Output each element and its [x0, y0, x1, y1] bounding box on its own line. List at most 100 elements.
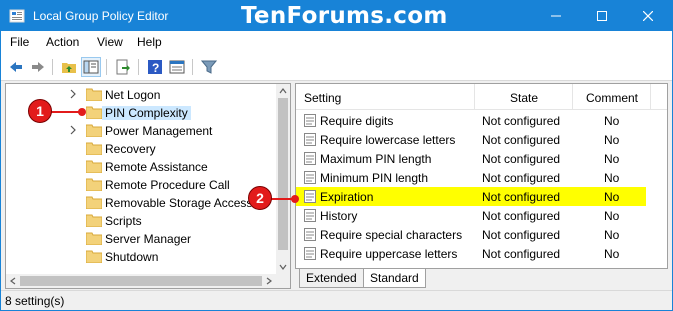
scroll-down-icon[interactable]	[276, 260, 290, 274]
setting-state: Not configured	[482, 114, 561, 128]
tab-extended[interactable]: Extended	[299, 269, 364, 288]
watermark: TenForums.com	[241, 3, 448, 29]
tree-item-recovery[interactable]: Recovery	[6, 140, 276, 158]
list-row[interactable]: Require uppercase letters Not configured…	[296, 244, 646, 263]
policy-setting-icon	[304, 133, 316, 146]
export-list-button[interactable]	[113, 57, 133, 77]
tree-item-label: Remote Procedure Call	[105, 178, 230, 192]
tree-item-server-manager[interactable]: Server Manager	[6, 230, 276, 248]
folder-icon	[86, 142, 102, 155]
filter-button[interactable]	[199, 57, 219, 77]
folder-icon	[86, 88, 102, 101]
folder-icon	[86, 214, 102, 227]
show-hide-tree-icon	[83, 60, 99, 74]
tree-item-label: Net Logon	[105, 88, 161, 102]
menu-view[interactable]: View	[97, 35, 123, 49]
column-header-setting[interactable]: Setting	[304, 91, 341, 105]
callout-2-dot	[291, 195, 299, 203]
help-button[interactable]: ?	[145, 57, 165, 77]
tree-item-scripts[interactable]: Scripts	[6, 212, 276, 230]
tree-vertical-scrollbar[interactable]	[276, 84, 290, 274]
tree-item-removable-storage-access[interactable]: Removable Storage Access	[6, 194, 276, 212]
tree-item-remote-assistance[interactable]: Remote Assistance	[6, 158, 276, 176]
column-header-state[interactable]: State	[510, 91, 538, 105]
list-row[interactable]: Minimum PIN length Not configured No	[296, 168, 646, 187]
tree-item-remote-procedure-call[interactable]: Remote Procedure Call	[6, 176, 276, 194]
scrollbar-thumb[interactable]	[20, 276, 262, 286]
up-folder-icon	[62, 63, 76, 73]
callout-1-dot	[78, 108, 86, 116]
setting-state: Not configured	[482, 209, 561, 223]
toolbar-separator	[192, 59, 193, 75]
svg-text:?: ?	[152, 61, 159, 75]
list-row[interactable]: Maximum PIN length Not configured No	[296, 149, 646, 168]
setting-comment: No	[604, 152, 620, 166]
help-icon: ?	[148, 60, 162, 75]
show-hide-tree-button[interactable]	[81, 57, 101, 77]
title-bar[interactable]: Local Group Policy Editor TenForums.com	[1, 1, 672, 31]
setting-name: Require digits	[320, 114, 394, 128]
close-icon	[643, 11, 653, 21]
list-row[interactable]: Require special characters Not configure…	[296, 225, 646, 244]
setting-name: Require uppercase letters	[320, 247, 458, 261]
setting-state: Not configured	[482, 133, 561, 147]
maximize-button[interactable]	[579, 1, 625, 31]
forward-button[interactable]	[28, 57, 48, 77]
setting-name: Minimum PIN length	[320, 171, 429, 185]
policy-setting-icon	[304, 228, 316, 241]
toolbar: ?	[1, 53, 672, 81]
callout-1-line	[48, 111, 80, 113]
scrollbar-thumb[interactable]	[278, 98, 288, 250]
setting-name: Maximum PIN length	[320, 152, 432, 166]
scroll-left-icon[interactable]	[6, 274, 20, 288]
list-row[interactable]: History Not configured No	[296, 206, 646, 225]
setting-comment: No	[604, 190, 620, 204]
menu-help[interactable]: Help	[137, 35, 162, 49]
tree-item-shutdown[interactable]: Shutdown	[6, 248, 276, 266]
back-button[interactable]	[6, 57, 26, 77]
tree-horizontal-scrollbar[interactable]	[6, 274, 290, 288]
view-tabs: Extended Standard	[295, 269, 668, 289]
setting-comment: No	[604, 247, 620, 261]
folder-icon	[86, 250, 102, 263]
setting-name: History	[320, 209, 358, 223]
toolbar-separator	[138, 59, 139, 75]
folder-icon	[86, 124, 102, 137]
callout-2-badge: 2	[248, 186, 272, 210]
tree-item-label: Power Management	[105, 124, 213, 138]
menu-file[interactable]: File	[10, 35, 29, 49]
filter-icon	[201, 60, 217, 74]
tree-item-power-management[interactable]: Power Management	[6, 122, 276, 140]
minimize-button[interactable]	[533, 1, 579, 31]
list-row-expiration[interactable]: Expiration Not configured No	[296, 187, 646, 206]
scroll-up-icon[interactable]	[276, 84, 290, 98]
up-folder-button[interactable]	[59, 57, 79, 77]
tab-standard[interactable]: Standard	[363, 269, 426, 288]
chevron-right-icon[interactable]	[68, 89, 78, 99]
app-icon	[9, 9, 25, 23]
column-divider[interactable]	[650, 84, 651, 110]
gpedit-window: Local Group Policy Editor TenForums.com …	[0, 0, 673, 311]
policy-setting-icon	[304, 114, 316, 127]
list-row[interactable]: Require lowercase letters Not configured…	[296, 130, 646, 149]
settings-list[interactable]: Setting State Comment Require digits Not…	[295, 83, 668, 269]
scroll-right-icon[interactable]	[262, 274, 276, 288]
column-header-comment[interactable]: Comment	[586, 91, 638, 105]
properties-button[interactable]	[167, 57, 187, 77]
close-button[interactable]	[625, 1, 671, 31]
back-arrow-icon	[10, 62, 22, 72]
setting-state: Not configured	[482, 247, 561, 261]
chevron-right-icon[interactable]	[68, 125, 78, 135]
menu-action[interactable]: Action	[46, 35, 79, 49]
column-divider[interactable]	[572, 84, 573, 110]
export-list-icon	[116, 59, 130, 75]
list-row[interactable]: Require digits Not configured No	[296, 111, 646, 130]
column-divider[interactable]	[474, 84, 475, 110]
setting-comment: No	[604, 133, 620, 147]
window-title: Local Group Policy Editor	[33, 9, 169, 23]
list-header: Setting State Comment	[296, 84, 667, 110]
folder-icon	[86, 178, 102, 191]
tree-item-label: Shutdown	[105, 250, 159, 264]
setting-name: Expiration	[320, 190, 374, 204]
policy-setting-icon	[304, 190, 316, 203]
